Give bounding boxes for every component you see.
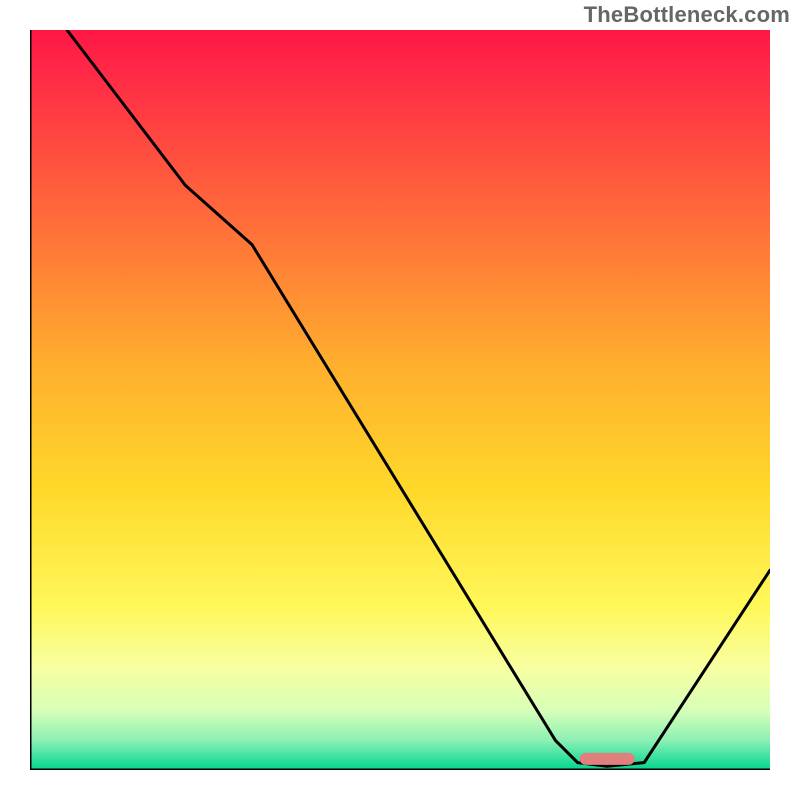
chart-frame: TheBottleneck.com bbox=[0, 0, 800, 800]
gradient-background bbox=[30, 30, 770, 770]
plot-area bbox=[30, 30, 770, 770]
watermark-text: TheBottleneck.com bbox=[584, 2, 790, 28]
optimal-marker bbox=[580, 753, 635, 765]
chart-svg bbox=[30, 30, 770, 770]
